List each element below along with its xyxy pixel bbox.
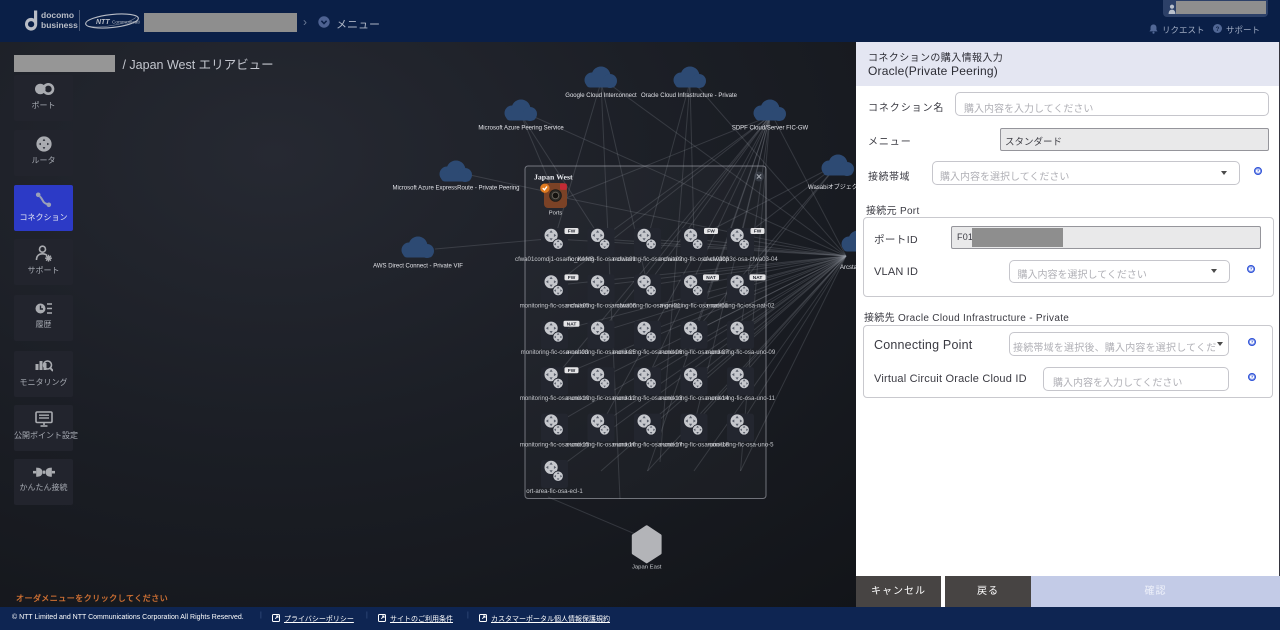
svg-text:?: ? bbox=[1250, 267, 1253, 272]
svg-text:FW: FW bbox=[568, 229, 576, 235]
svg-text:monitoring-fic-osa-uno-09: monitoring-fic-osa-uno-09 bbox=[706, 349, 776, 356]
svg-text:NAT: NAT bbox=[706, 275, 716, 281]
svg-text:?: ? bbox=[1250, 375, 1253, 380]
svg-text:monitoring-fic-osa-uno-11: monitoring-fic-osa-uno-11 bbox=[706, 395, 776, 402]
svg-text:NAT: NAT bbox=[753, 275, 763, 281]
svg-text:FW: FW bbox=[707, 229, 715, 235]
svg-text:cfwa03bp3c-osa-cfwa03-04: cfwa03bp3c-osa-cfwa03-04 bbox=[703, 256, 778, 263]
svg-text:Oracle Cloud Infrastructure -: Oracle Cloud Infrastructure - Private bbox=[641, 93, 738, 99]
svg-text:NTT: NTT bbox=[96, 19, 110, 26]
svg-text:AWS Direct Connect - Private V: AWS Direct Connect - Private VIF bbox=[373, 264, 463, 270]
svg-text:Arcsta: Arcsta bbox=[840, 265, 856, 271]
svg-text:Microsoft Azure Peering Servic: Microsoft Azure Peering Service bbox=[478, 126, 564, 132]
svg-text:FW: FW bbox=[568, 368, 576, 374]
svg-text:SDPF Cloud/Server FIC-GW: SDPF Cloud/Server FIC-GW bbox=[732, 126, 809, 132]
svg-text:Ports: Ports bbox=[549, 211, 563, 217]
svg-text:NAT: NAT bbox=[567, 322, 577, 328]
svg-text:Microsoft Azure ExpressRoute -: Microsoft Azure ExpressRoute - Private P… bbox=[392, 186, 519, 192]
svg-text:FW: FW bbox=[754, 229, 762, 235]
svg-text:Wasabiオブジェクトストレ: Wasabiオブジェクトストレ bbox=[808, 183, 856, 191]
svg-text:monitoring-fic-osa-nat-02: monitoring-fic-osa-nat-02 bbox=[707, 302, 775, 309]
svg-text:?: ? bbox=[1257, 169, 1260, 174]
svg-text:ort-area-fic-osa-ecl-1: ort-area-fic-osa-ecl-1 bbox=[526, 488, 583, 495]
svg-text:monitoring-fic-osa-uno-5: monitoring-fic-osa-uno-5 bbox=[707, 442, 774, 449]
svg-text:?: ? bbox=[1216, 27, 1220, 33]
svg-text:Communications: Communications bbox=[112, 20, 140, 26]
svg-text:FW: FW bbox=[568, 275, 576, 281]
svg-text:?: ? bbox=[1250, 340, 1253, 345]
svg-text:Google Cloud Interconnect: Google Cloud Interconnect bbox=[565, 93, 637, 99]
svg-text:Japan West: Japan West bbox=[534, 173, 573, 182]
svg-text:Japan East: Japan East bbox=[632, 565, 662, 571]
